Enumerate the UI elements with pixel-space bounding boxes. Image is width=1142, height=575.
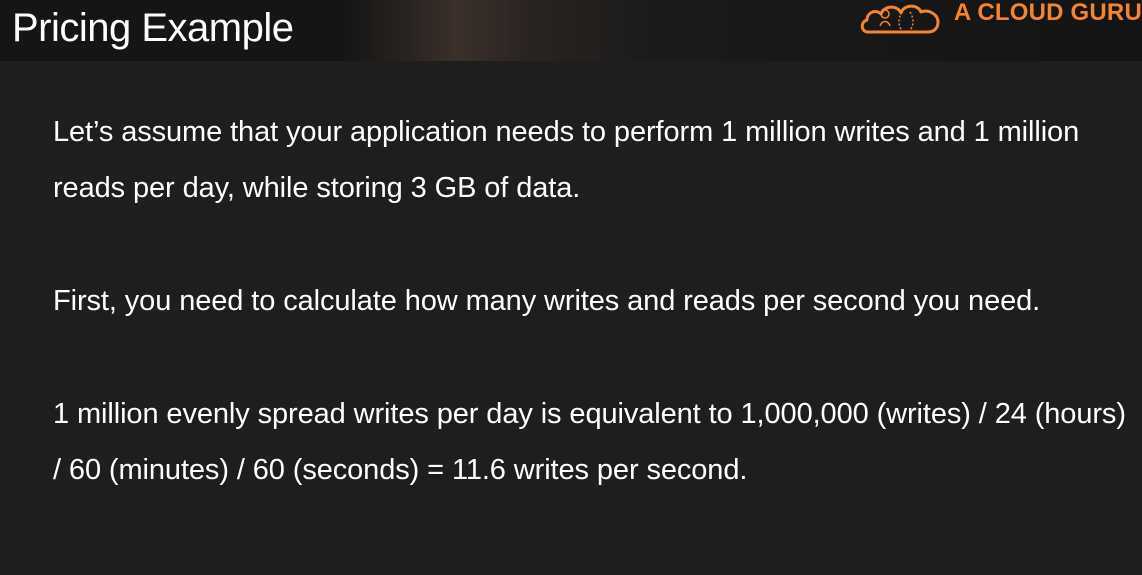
paragraph-assumption: Let’s assume that your application needs… bbox=[53, 116, 1080, 204]
slide-body: Let’s assume that your application needs… bbox=[53, 104, 1128, 498]
slide: Pricing Example A CLOUD GURU Let’s assum… bbox=[0, 0, 1142, 575]
paragraph-calculate: First, you need to calculate how many wr… bbox=[53, 285, 1041, 317]
paragraph-writes-per-second: 1 million evenly spread writes per day i… bbox=[53, 398, 1126, 486]
brand-name: A CLOUD GURU bbox=[953, 0, 1142, 26]
slide-title: Pricing Example bbox=[12, 6, 294, 50]
slide-header: Pricing Example A CLOUD GURU bbox=[0, 0, 1142, 61]
brand: A CLOUD GURU bbox=[858, 0, 1142, 36]
cloud-guru-logo-icon bbox=[860, 4, 940, 34]
